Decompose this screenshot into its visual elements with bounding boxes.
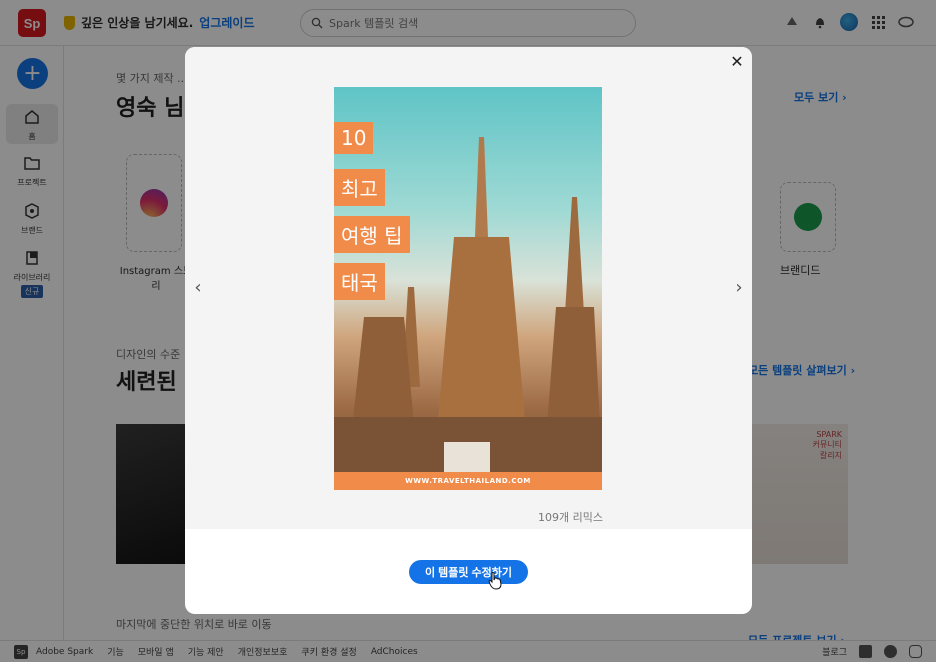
poster-url: WWW.TRAVELTHAILAND.COM	[334, 472, 602, 490]
edit-template-button[interactable]: 이 템플릿 수정하기	[409, 560, 528, 584]
prev-arrow-icon[interactable]: ‹	[190, 277, 206, 298]
remix-count: 109개 리믹스	[538, 511, 603, 524]
close-icon[interactable]: ✕	[727, 51, 747, 71]
next-arrow-icon[interactable]: ›	[731, 277, 747, 298]
template-preview-modal: ✕ ‹ › 10 최고 여행 팁 태국 WWW.TRAVELTHAILAND.C…	[185, 47, 752, 614]
poster-line: 10	[334, 122, 374, 154]
template-poster: 10 최고 여행 팁 태국 WWW.TRAVELTHAILAND.COM	[334, 87, 602, 490]
poster-line: 태국	[334, 263, 385, 300]
hand-cursor-icon	[488, 572, 502, 590]
poster-line: 여행 팁	[334, 216, 410, 253]
poster-line: 최고	[334, 169, 385, 206]
